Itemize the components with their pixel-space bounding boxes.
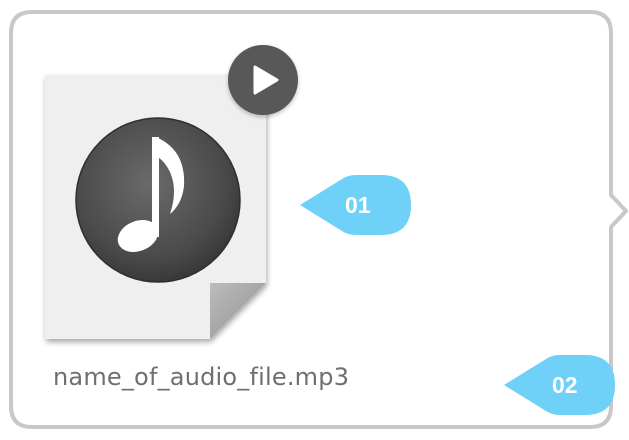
callout-number: 01 <box>345 192 371 218</box>
callout-02: 02 <box>504 355 615 415</box>
callout-01: 01 <box>300 175 411 235</box>
play-icon <box>253 65 279 95</box>
music-note-icon <box>75 117 241 283</box>
callout-number: 02 <box>552 372 578 398</box>
play-button[interactable] <box>228 45 298 115</box>
file-name-label: name_of_audio_file.mp3 <box>53 363 350 391</box>
